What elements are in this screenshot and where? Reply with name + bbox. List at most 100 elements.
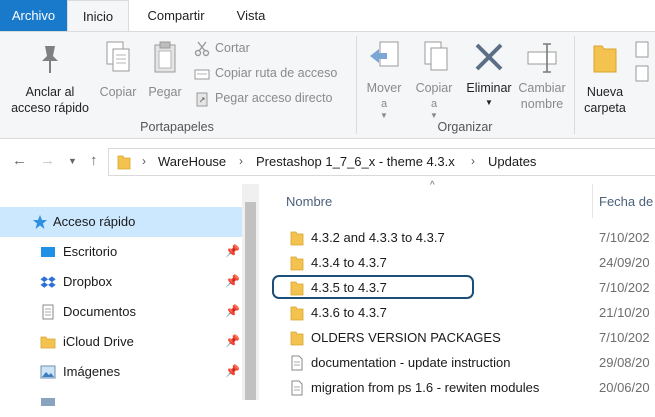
move-to-button[interactable]: Mover a ▼ bbox=[360, 38, 408, 120]
list-item[interactable]: 4.3.4 to 4.3.7 24/09/20 bbox=[280, 251, 655, 275]
rename-label-line2: nombre bbox=[520, 97, 564, 111]
ribbon-tabs: Archivo Inicio Compartir Vista bbox=[0, 0, 655, 32]
file-date: 29/08/20 bbox=[599, 355, 650, 370]
highlight-annotation bbox=[272, 275, 474, 299]
chevron-right-icon[interactable]: › bbox=[471, 154, 475, 168]
folder-icon bbox=[290, 306, 304, 321]
copy-path-button[interactable]: Copiar ruta de acceso bbox=[194, 63, 337, 83]
nav-item-documents[interactable]: Documentos 📌 bbox=[0, 297, 242, 327]
ribbon-separator bbox=[356, 36, 357, 134]
file-name: OLDERS VERSION PACKAGES bbox=[311, 330, 501, 345]
new-folder-button[interactable]: Nueva carpeta bbox=[578, 38, 632, 116]
file-date: 7/10/202 bbox=[599, 280, 650, 295]
rename-button[interactable]: Cambiar nombre bbox=[514, 38, 570, 112]
sort-ascending-icon: ^ bbox=[430, 180, 435, 191]
chevron-down-icon: ▼ bbox=[380, 111, 388, 120]
pin-quick-access-button[interactable]: Anclar al acceso rápido bbox=[4, 38, 96, 116]
move-to-icon bbox=[370, 41, 399, 67]
up-arrow-icon[interactable]: ↑ bbox=[90, 152, 98, 169]
nav-item-icloud-drive[interactable]: iCloud Drive 📌 bbox=[0, 327, 242, 357]
new-folder-icon bbox=[593, 45, 617, 73]
tab-share[interactable]: Compartir bbox=[131, 0, 221, 31]
copy-path-icon bbox=[194, 66, 210, 82]
new-folder-label-line1: Nueva bbox=[586, 85, 624, 99]
paste-shortcut-icon bbox=[194, 91, 210, 107]
folder-icon bbox=[290, 256, 304, 271]
chevron-right-icon[interactable]: › bbox=[239, 154, 243, 168]
tab-view[interactable]: Vista bbox=[221, 0, 281, 31]
file-name: migration from ps 1.6 - rewiten modules bbox=[311, 380, 540, 395]
nav-label: Dropbox bbox=[63, 274, 113, 289]
new-item-icon[interactable] bbox=[632, 40, 652, 105]
copy-button[interactable]: Copiar bbox=[96, 38, 140, 100]
pin-label-line1: Anclar al bbox=[25, 85, 75, 99]
breadcrumb-prestashop[interactable]: Prestashop 1_7_6_x - theme 4.3.x bbox=[256, 154, 455, 169]
tab-home[interactable]: Inicio bbox=[67, 0, 129, 32]
pin-icon bbox=[42, 46, 58, 73]
folder-icon bbox=[117, 155, 131, 170]
pin-icon[interactable]: 📌 bbox=[225, 304, 240, 318]
documents-icon bbox=[42, 304, 54, 320]
nav-item-dropbox[interactable]: Dropbox 📌 bbox=[0, 267, 242, 297]
column-header-name[interactable]: Nombre bbox=[286, 194, 332, 209]
organize-group-label: Organizar bbox=[437, 120, 493, 134]
nav-scrollbar[interactable] bbox=[242, 184, 259, 400]
move-to-label-line1: Mover bbox=[366, 81, 402, 95]
copy-label: Copiar bbox=[99, 85, 137, 99]
copy-to-label-line2: a bbox=[430, 98, 438, 110]
paste-shortcut-button[interactable]: Pegar acceso directo bbox=[194, 88, 332, 108]
folder-icon bbox=[40, 336, 56, 349]
folder-icon bbox=[290, 231, 304, 246]
nav-item-more[interactable] bbox=[0, 387, 242, 417]
file-date: 7/10/202 bbox=[599, 230, 650, 245]
new-folder-label-line2: carpeta bbox=[584, 101, 626, 115]
navigation-pane: Acceso rápido Escritorio 📌 Dropbox 📌 Doc… bbox=[0, 184, 260, 406]
chevron-down-icon: ▼ bbox=[430, 111, 438, 120]
list-item[interactable]: migration from ps 1.6 - rewiten modules … bbox=[280, 376, 655, 400]
nav-label: Escritorio bbox=[63, 244, 118, 259]
nav-item-quick-access[interactable]: Acceso rápido bbox=[0, 207, 242, 237]
paste-button[interactable]: Pegar bbox=[144, 38, 186, 100]
move-to-label-line2: a bbox=[380, 98, 388, 110]
list-item[interactable]: OLDERS VERSION PACKAGES 7/10/202 bbox=[280, 326, 655, 350]
nav-item-pictures[interactable]: Imágenes 📌 bbox=[0, 357, 242, 387]
pin-label-line2: acceso rápido bbox=[11, 101, 89, 115]
clipboard-group-label: Portapapeles bbox=[140, 120, 214, 134]
breadcrumb-updates[interactable]: Updates bbox=[488, 154, 536, 169]
copy-to-button[interactable]: Copiar a ▼ bbox=[410, 38, 458, 120]
copy-icon bbox=[106, 41, 130, 72]
cut-button[interactable]: Cortar bbox=[194, 38, 250, 58]
breadcrumb-warehouse[interactable]: WareHouse bbox=[158, 154, 226, 169]
nav-label: iCloud Drive bbox=[63, 334, 134, 349]
file-name: documentation - update instruction bbox=[311, 355, 511, 370]
copy-path-label: Copiar ruta de acceso bbox=[215, 66, 338, 80]
file-name: 4.3.6 to 4.3.7 bbox=[311, 305, 387, 320]
scissors-icon bbox=[194, 41, 210, 57]
list-item[interactable]: 4.3.6 to 4.3.7 21/10/20 bbox=[280, 301, 655, 325]
chevron-right-icon[interactable]: › bbox=[142, 154, 146, 168]
delete-x-icon bbox=[475, 43, 503, 71]
forward-arrow-icon[interactable]: → bbox=[40, 152, 55, 169]
delete-button[interactable]: Eliminar ▼ bbox=[462, 38, 516, 110]
nav-label: Acceso rápido bbox=[53, 214, 136, 229]
paste-icon bbox=[154, 41, 176, 73]
nav-scrollbar-thumb[interactable] bbox=[245, 202, 256, 400]
pin-icon[interactable]: 📌 bbox=[225, 274, 240, 288]
list-item[interactable]: documentation - update instruction 29/08… bbox=[280, 351, 655, 375]
column-separator[interactable] bbox=[592, 184, 593, 218]
recent-chevron-down-icon[interactable]: ▼ bbox=[68, 156, 77, 166]
back-arrow-icon[interactable]: ← bbox=[12, 152, 27, 169]
address-bar[interactable]: › WareHouse › Prestashop 1_7_6_x - theme… bbox=[108, 148, 655, 176]
pin-icon[interactable]: 📌 bbox=[225, 244, 240, 258]
list-item[interactable]: 4.3.2 and 4.3.3 to 4.3.7 7/10/202 bbox=[280, 226, 655, 250]
desktop-icon bbox=[41, 247, 55, 257]
copy-to-label-line1: Copiar bbox=[415, 81, 453, 95]
tab-file[interactable]: Archivo bbox=[0, 0, 67, 31]
file-name: 4.3.4 to 4.3.7 bbox=[311, 255, 387, 270]
pin-icon[interactable]: 📌 bbox=[225, 364, 240, 378]
nav-item-desktop[interactable]: Escritorio 📌 bbox=[0, 237, 242, 267]
address-row: ← → ▼ ↑ › WareHouse › Prestashop 1_7_6_x… bbox=[0, 140, 655, 184]
pin-icon[interactable]: 📌 bbox=[225, 334, 240, 348]
column-header-date[interactable]: Fecha de bbox=[599, 194, 653, 209]
paste-label: Pegar bbox=[148, 85, 182, 99]
